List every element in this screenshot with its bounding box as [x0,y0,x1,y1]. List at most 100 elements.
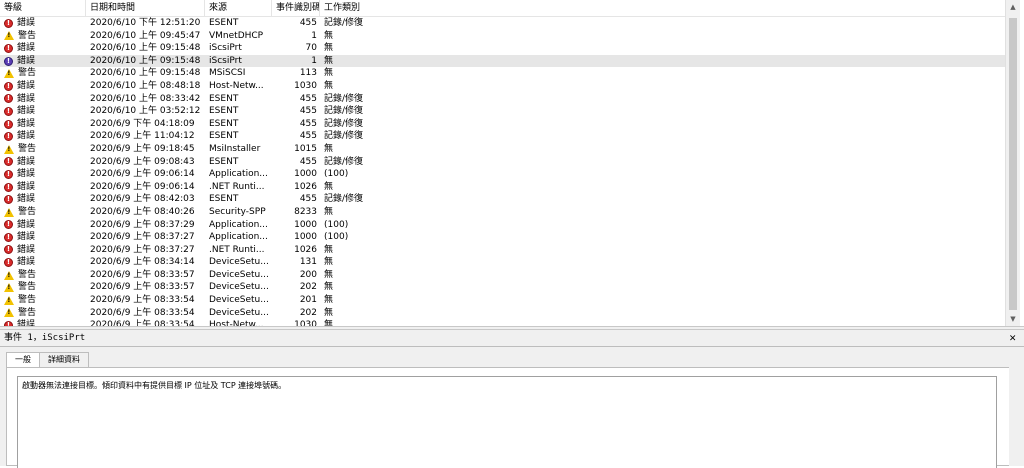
detail-scrollbar[interactable] [1009,347,1024,466]
event-source: VMnetDHCP [209,30,264,41]
event-source: Application... [209,219,268,230]
event-level: ! 錯誤 [0,193,86,206]
event-source: ESENT [209,131,239,142]
event-id: 455 [299,118,317,129]
event-row[interactable]: ! 錯誤 2020/6/10 上午 09:15:48 iScsiPrt 70 無 [0,42,1005,55]
event-row[interactable]: ! 錯誤 2020/6/9 上午 09:06:14 Application... 100… [0,168,1005,181]
event-id: 8233 [294,206,317,217]
event-row[interactable]: ! 錯誤 2020/6/10 上午 09:15:48 iScsiPrt 1 無 [0,54,1005,68]
close-icon[interactable]: ✕ [1009,330,1016,346]
event-row[interactable]: ! 錯誤 2020/6/9 上午 11:04:12 ESENT 455 記錄/修復 [0,130,1005,143]
error-icon: ! [4,106,13,116]
event-source: MSiSCSI [209,68,246,79]
event-row[interactable]: ! 錯誤 2020/6/10 上午 03:52:12 ESENT 455 記錄/修復 [0,105,1005,118]
scroll-down-arrow-icon[interactable]: ▼ [1006,312,1020,326]
event-row[interactable]: 警告 2020/6/10 上午 09:15:48 MSiSCSI 113 無 [0,67,1005,80]
event-row[interactable]: ! 錯誤 2020/6/10 上午 08:48:18 Host-Netw... 1030… [0,80,1005,93]
event-row[interactable]: ! 錯誤 2020/6/9 上午 08:34:14 DeviceSetu... 131 無 [0,256,1005,269]
event-task: (100) [324,232,349,243]
event-row[interactable]: ! 錯誤 2020/6/9 上午 08:37:27 Application... 100… [0,231,1005,244]
scroll-up-arrow-icon[interactable]: ▲ [1006,0,1020,14]
event-row[interactable]: ! 錯誤 2020/6/9 上午 09:08:43 ESENT 455 記錄/修復 [0,156,1005,169]
event-level-label: 錯誤 [17,55,36,66]
event-row[interactable]: ! 錯誤 2020/6/10 上午 08:33:42 ESENT 455 記錄/修復 [0,93,1005,106]
event-level-label: 錯誤 [17,156,36,167]
event-level-label: 警告 [18,30,37,41]
event-row[interactable]: 警告 2020/6/9 上午 08:33:57 DeviceSetu... 200 無 [0,269,1005,282]
event-id: 1 [311,30,317,41]
event-source: DeviceSetu... [209,269,269,280]
event-level: ! 錯誤 [0,130,86,143]
event-task: 無 [324,55,334,66]
event-row[interactable]: ! 錯誤 2020/6/9 上午 09:06:14 .NET Runti... 1026… [0,181,1005,194]
event-description[interactable]: 啟動器無法連接目標。傾印資料中有提供目標 IP 位址及 TCP 連接埠號碼。 [17,376,997,468]
event-row[interactable]: ! 錯誤 2020/6/9 上午 08:37:27 .NET Runti... 1026… [0,244,1005,257]
event-task: 記錄/修復 [324,18,364,28]
tab-details[interactable]: 詳細資料 [39,352,89,367]
event-task: 記錄/修復 [324,118,364,129]
event-level-label: 警告 [18,206,37,217]
event-id: 202 [299,307,317,318]
event-level: ! 錯誤 [0,231,86,244]
scrollbar-thumb[interactable] [1009,18,1017,310]
event-level-label: 錯誤 [17,244,36,255]
tab-general[interactable]: 一般 [6,352,40,368]
event-row[interactable]: 警告 2020/6/9 上午 09:18:45 MsiInstaller 1015 無 [0,143,1005,156]
event-source: ESENT [209,194,239,205]
error-icon: ! [4,245,13,255]
event-row[interactable]: 警告 2020/6/9 上午 08:33:54 DeviceSetu... 201 無 [0,294,1005,307]
event-row[interactable]: ! 錯誤 2020/6/9 上午 08:37:29 Application... 100… [0,219,1005,232]
event-id: 455 [299,18,317,28]
event-level-label: 錯誤 [17,257,36,268]
event-source: MsiInstaller [209,143,261,154]
error-icon: ! [4,232,13,242]
event-source: DeviceSetu... [209,307,269,318]
event-task: (100) [324,219,349,230]
event-task: 無 [324,181,334,192]
column-header-event-id[interactable]: 事件識別碼 [272,0,320,16]
event-source: ESENT [209,18,239,28]
event-source: .NET Runti... [209,244,265,255]
column-header-source[interactable]: 來源 [205,0,272,16]
event-row[interactable]: ! 錯誤 2020/6/10 下午 12:51:20 ESENT 455 記錄/修復 [0,17,1005,30]
event-row[interactable]: 警告 2020/6/9 上午 08:33:57 DeviceSetu... 202 無 [0,281,1005,294]
event-level: ! 錯誤 [0,256,86,269]
general-tab-page: 啟動器無法連接目標。傾印資料中有提供目標 IP 位址及 TCP 連接埠號碼。 [6,367,1019,468]
event-datetime: 2020/6/9 下午 04:18:09 [90,118,195,129]
event-source: Application... [209,169,268,180]
warning-icon [4,69,14,79]
event-id: 455 [299,131,317,142]
event-datetime: 2020/6/9 上午 09:06:14 [90,169,195,180]
event-datetime: 2020/6/9 上午 11:04:12 [90,131,195,142]
column-header-level[interactable]: 等級 [0,0,86,16]
event-row[interactable]: ! 錯誤 2020/6/9 上午 08:33:54 Host-Netw... 1030 無 [0,319,1005,326]
event-task: 記錄/修復 [324,156,364,167]
event-list-scrollbar[interactable]: ▲ ▼ [1005,0,1020,326]
event-level-label: 錯誤 [17,131,36,142]
event-datetime: 2020/6/10 上午 03:52:12 [90,106,201,117]
event-level: 警告 [0,269,86,282]
event-datetime: 2020/6/9 上午 08:37:27 [90,232,195,243]
event-id: 1030 [294,320,317,326]
column-header-datetime[interactable]: 日期和時間 [86,0,205,16]
event-list[interactable]: 等級 日期和時間 來源 事件識別碼 工作類別 ! 錯誤 2020/6/10 下午 1… [0,0,1005,326]
error-icon: ! [4,81,13,91]
event-row[interactable]: ! 錯誤 2020/6/9 上午 08:42:03 ESENT 455 記錄/修復 [0,193,1005,206]
event-datetime: 2020/6/10 上午 09:15:48 [90,55,201,66]
column-header-task[interactable]: 工作類別 [320,0,380,16]
event-row[interactable]: 警告 2020/6/10 上午 09:45:47 VMnetDHCP 1無 [0,30,1005,43]
event-id: 70 [305,43,317,54]
event-task: 無 [324,320,334,326]
warning-icon [4,283,14,293]
event-level: 警告 [0,67,86,80]
event-row[interactable]: 警告 2020/6/9 上午 08:33:54 DeviceSetu... 202 無 [0,307,1005,320]
event-task: (100) [324,169,349,180]
event-datetime: 2020/6/9 上午 08:33:54 [90,320,195,326]
event-row[interactable]: ! 錯誤 2020/6/9 下午 04:18:09 ESENT 455 記錄/修復 [0,118,1005,131]
error-icon: ! [4,220,13,230]
event-row[interactable]: 警告 2020/6/9 上午 08:40:26 Security-SPP 8233 無 [0,206,1005,219]
event-datetime: 2020/6/9 上午 08:33:57 [90,269,195,280]
warning-icon [4,308,14,318]
event-id: 1000 [294,219,317,230]
error-icon: ! [4,18,13,28]
